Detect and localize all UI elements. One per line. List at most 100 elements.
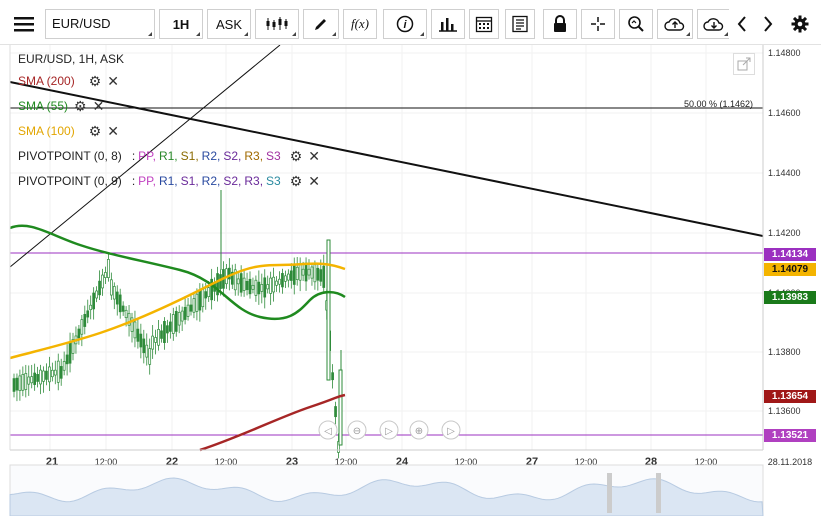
chart-toolbar: EUR/USD 1H ASK f(x) i bbox=[0, 0, 821, 45]
pivot-item: R2, bbox=[201, 149, 221, 163]
pivot1-label: PIVOTPOINT (0, 8) bbox=[18, 149, 122, 163]
pencil-icon bbox=[315, 19, 326, 30]
pivot-item: R2, bbox=[201, 174, 221, 188]
close-icon[interactable]: ✕ bbox=[107, 73, 119, 90]
pivot2-label: PIVOTPOINT (0, 9) bbox=[18, 174, 122, 188]
price-type-button[interactable]: ASK bbox=[207, 9, 251, 39]
sma-lines bbox=[9, 224, 346, 452]
cloud-upload-icon bbox=[664, 18, 685, 31]
price-tick-label: 1.13600 bbox=[768, 406, 801, 416]
price-tag: 1.14134 bbox=[764, 248, 816, 261]
price-chart[interactable]: 1.148001.146001.144001.142001.140001.138… bbox=[0, 45, 821, 516]
download-button[interactable] bbox=[697, 9, 731, 39]
price-tick-label: 1.14800 bbox=[768, 48, 801, 58]
pivot-separator: : bbox=[131, 174, 136, 188]
chart-nav-icon: ◁ bbox=[324, 426, 332, 437]
close-icon[interactable]: ✕ bbox=[308, 148, 320, 165]
popout-icon bbox=[737, 57, 751, 71]
price-tag: 1.13521 bbox=[764, 429, 816, 442]
pivot-lines bbox=[10, 252, 763, 436]
pivot-item: PP, bbox=[138, 149, 156, 163]
price-tag: 1.13983 bbox=[764, 291, 816, 304]
gear-icon[interactable]: ⚙ bbox=[290, 173, 303, 190]
crosshair-icon bbox=[591, 17, 605, 31]
candlesticks bbox=[12, 190, 343, 459]
close-icon[interactable]: ✕ bbox=[93, 98, 105, 115]
price-tick-label: 1.14600 bbox=[768, 108, 801, 118]
scroll-left-button[interactable] bbox=[729, 9, 755, 39]
price-type-label: ASK bbox=[215, 16, 242, 32]
hamburger-icon bbox=[14, 17, 34, 32]
pivot-item: S2, bbox=[223, 149, 242, 163]
close-icon[interactable]: ✕ bbox=[308, 173, 320, 190]
info-button[interactable]: i bbox=[383, 9, 427, 39]
crosshair-button[interactable] bbox=[581, 9, 615, 39]
chart-nav-icon: ⊖ bbox=[353, 426, 361, 437]
chart-title: EUR/USD, 1H, ASK bbox=[18, 50, 124, 68]
legend-pivot2: PIVOTPOINT (0, 9) : PP, R1, S1, R2, S2, R3, S3… bbox=[18, 172, 320, 190]
cloud-download-icon bbox=[703, 18, 724, 31]
legend-sma100: SMA (100) ⚙ ✕ bbox=[18, 122, 119, 140]
close-icon[interactable]: ✕ bbox=[107, 123, 119, 140]
fx-label: f(x) bbox=[350, 16, 370, 31]
scroll-right-button[interactable] bbox=[755, 9, 781, 39]
volume-button[interactable] bbox=[431, 9, 465, 39]
news-button[interactable] bbox=[505, 9, 535, 39]
drawing-tools-button[interactable] bbox=[303, 9, 339, 39]
pivot-item: S3 bbox=[266, 174, 281, 188]
gear-icon[interactable]: ⚙ bbox=[290, 148, 303, 165]
info-icon: i bbox=[396, 15, 414, 33]
pivot-item: R3, bbox=[244, 174, 264, 188]
price-tick-label: 1.14200 bbox=[768, 228, 801, 238]
calendar-button[interactable] bbox=[469, 9, 499, 39]
chart-type-button[interactable] bbox=[255, 9, 299, 39]
svg-text:i: i bbox=[403, 19, 407, 31]
fib-level-label: 50.00 % (1.1462) bbox=[684, 99, 754, 109]
timeframe-label: 1H bbox=[172, 16, 190, 32]
chevron-right-icon bbox=[764, 16, 773, 32]
gear-icon[interactable]: ⚙ bbox=[74, 98, 87, 115]
pivot1-items: PP, R1, S1, R2, S2, R3, S3 bbox=[138, 149, 284, 163]
time-tick-label: 28.11.2018 bbox=[768, 457, 812, 467]
upload-button[interactable] bbox=[657, 9, 693, 39]
legend-pivot1: PIVOTPOINT (0, 8) : PP, R1, S1, R2, S2, R3, S3… bbox=[18, 147, 320, 165]
price-tick-label: 1.13800 bbox=[768, 347, 801, 357]
settings-button[interactable] bbox=[787, 9, 813, 39]
zoom-button[interactable] bbox=[619, 9, 653, 39]
menu-icon[interactable] bbox=[10, 9, 38, 39]
calendar-icon bbox=[475, 16, 493, 33]
legend-sma200: SMA (200) ⚙ ✕ bbox=[18, 72, 119, 90]
zoom-icon bbox=[628, 16, 644, 32]
sma55-label: SMA (55) bbox=[18, 99, 69, 113]
lock-icon bbox=[554, 15, 566, 32]
pivot-item: PP, bbox=[138, 174, 156, 188]
candlestick-icon bbox=[266, 17, 288, 30]
sma100-label: SMA (100) bbox=[18, 124, 75, 138]
pivot-item: R3, bbox=[244, 149, 264, 163]
lock-button[interactable] bbox=[543, 9, 577, 39]
chevron-left-icon bbox=[737, 16, 746, 32]
document-icon bbox=[512, 15, 528, 33]
timeframe-button[interactable]: 1H bbox=[159, 9, 203, 39]
price-tag: 1.14079 bbox=[764, 263, 816, 276]
gear-icon[interactable]: ⚙ bbox=[89, 73, 102, 90]
pivot-item: R1, bbox=[158, 149, 178, 163]
chart-nav-icon: ▷ bbox=[447, 426, 455, 437]
pivot2-items: PP, R1, S1, R2, S2, R3, S3 bbox=[138, 174, 284, 188]
gear-icon[interactable]: ⚙ bbox=[89, 123, 102, 140]
indicators-button[interactable]: f(x) bbox=[343, 9, 377, 39]
chart-nav-icon: ▷ bbox=[385, 426, 393, 437]
sma200-label: SMA (200) bbox=[18, 74, 75, 88]
gear-icon bbox=[791, 15, 809, 33]
price-tag: 1.13654 bbox=[764, 390, 816, 403]
pivot-item: S3 bbox=[266, 149, 281, 163]
price-tick-label: 1.14400 bbox=[768, 168, 801, 178]
expand-button[interactable] bbox=[733, 53, 755, 75]
pivot-separator: : bbox=[131, 149, 136, 163]
legend-sma55: SMA (55) ⚙ ✕ bbox=[18, 97, 104, 115]
symbol-selector[interactable]: EUR/USD bbox=[45, 9, 155, 39]
symbol-label: EUR/USD bbox=[52, 16, 111, 31]
pivot-item: S1, bbox=[180, 149, 199, 163]
bar-chart-icon bbox=[439, 18, 457, 32]
chart-nav-icon: ⊕ bbox=[415, 426, 423, 437]
